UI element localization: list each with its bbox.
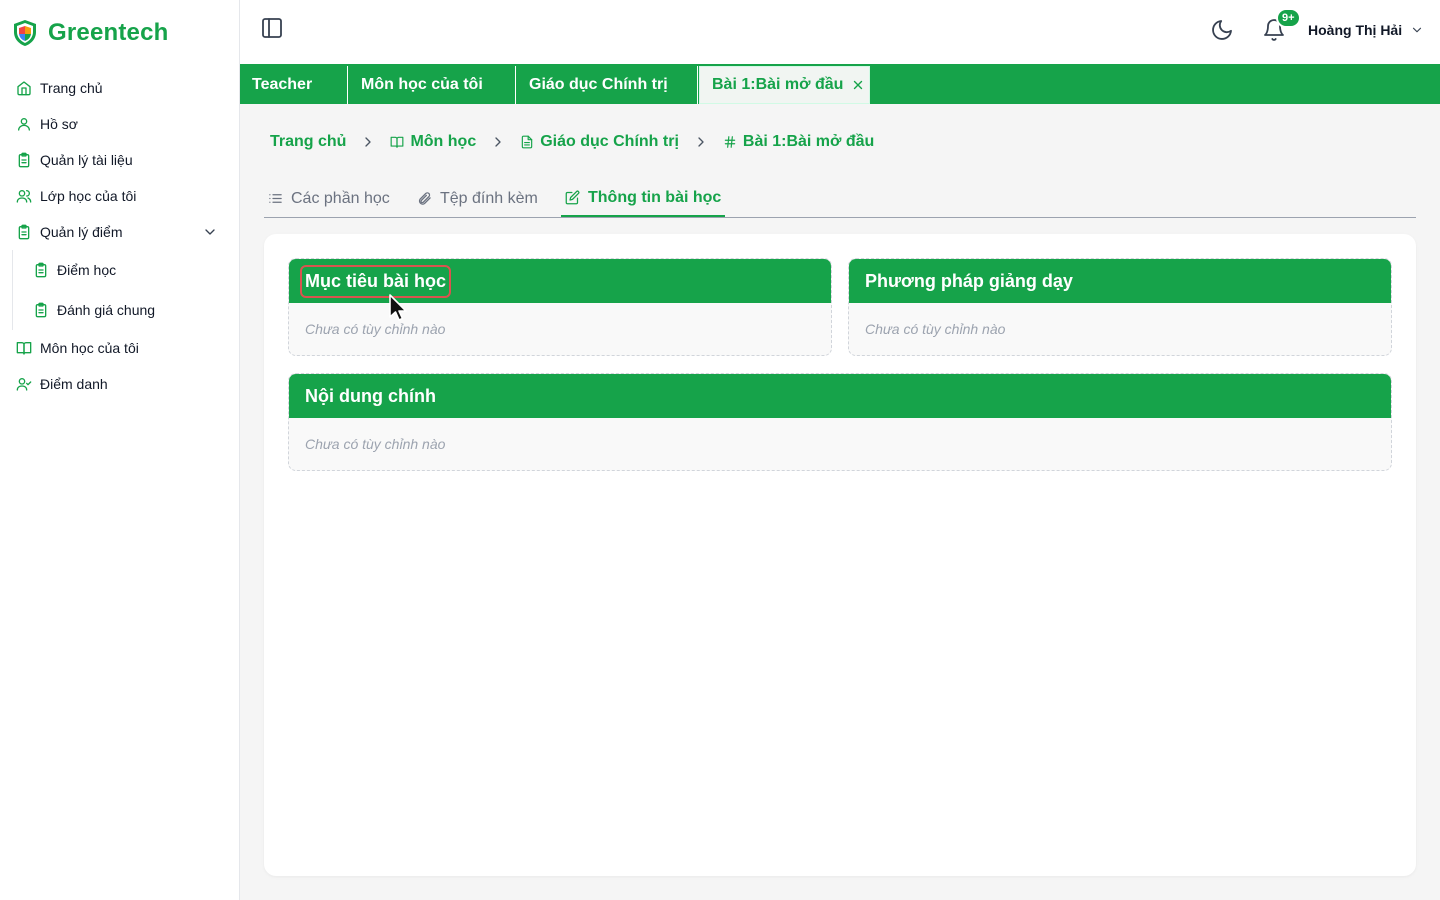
clipboard-icon [16, 152, 32, 168]
sidebar-toggle-icon[interactable] [260, 16, 284, 40]
breadcrumb-lesson: Bài 1:Bài mở đầu [723, 133, 874, 151]
panel-title: Mục tiêu bài học [300, 264, 452, 298]
clipboard-icon [33, 302, 49, 318]
panel-main-content: Nội dung chính Chưa có tùy chỉnh nào [288, 373, 1392, 471]
home-icon [16, 80, 32, 96]
sidebar-item-attendance[interactable]: Điểm danh [0, 366, 240, 402]
panel-empty-text: Chưa có tùy chỉnh nào [865, 321, 1006, 337]
tab-my-subjects[interactable]: Môn học của tôi [349, 66, 516, 104]
sidebar-subitem-grades[interactable]: Điểm học [13, 250, 240, 290]
panel-empty-text: Chưa có tùy chỉnh nào [305, 321, 446, 337]
panel-teaching-methods: Phương pháp giảng dạy Chưa có tùy chỉnh … [848, 258, 1392, 356]
sidebar-item-home[interactable]: Trang chủ [0, 70, 240, 106]
tab-label: Thông tin bài học [588, 188, 722, 206]
breadcrumb-label: Môn học [410, 133, 477, 150]
tab-lesson-1[interactable]: Bài 1:Bài mở đầu [699, 66, 870, 104]
lesson-info-content: Mục tiêu bài học Chưa có tùy chỉnh nào P… [264, 234, 1416, 876]
sidebar-item-label: Quản lý tài liệu [40, 152, 133, 168]
chevron-right-icon [495, 137, 501, 147]
tab-label: Môn học của tôi [361, 76, 483, 93]
sidebar-item-label: Lớp học của tôi [40, 188, 137, 204]
breadcrumb-label: Bài 1:Bài mở đầu [742, 133, 875, 150]
user-menu[interactable]: Hoàng Thị Hải [1308, 20, 1424, 40]
tab-attachments[interactable]: Tệp đính kèm [413, 180, 542, 217]
tab-label: Các phần học [291, 189, 390, 207]
user-icon [16, 116, 32, 132]
users-icon [16, 188, 32, 204]
sidebar-item-profile[interactable]: Hồ sơ [0, 106, 240, 142]
notification-badge: 9+ [1276, 8, 1301, 28]
sidebar-item-label: Trang chủ [40, 80, 103, 96]
brand-name: Greentech [48, 19, 169, 46]
tab-label: Tệp đính kèm [440, 189, 538, 207]
panel-title: Nội dung chính [305, 385, 436, 406]
shield-logo-icon [14, 20, 36, 46]
book-icon [16, 340, 32, 356]
panel-header[interactable]: Nội dung chính [289, 374, 1391, 418]
section-tabs: Các phần học Tệp đính kèm Thông tin bài … [264, 180, 1416, 218]
sidebar-nav: Trang chủ Hồ sơ Quản lý tài liệu Lớp học… [0, 70, 240, 402]
moon-icon[interactable] [1210, 18, 1234, 42]
tab-label: Bài 1:Bài mở đầu [712, 76, 844, 93]
breadcrumb-label: Trang chủ [270, 133, 347, 150]
panel-header[interactable]: Phương pháp giảng dạy [849, 259, 1391, 303]
page-tab-strip: Teacher Môn học của tôi Giáo dục Chính t… [240, 64, 1440, 104]
close-icon[interactable] [851, 78, 865, 92]
panel-title: Phương pháp giảng dạy [865, 270, 1073, 291]
list-icon [269, 194, 282, 203]
sidebar-item-label: Điểm danh [40, 376, 108, 392]
edit-icon [565, 190, 580, 205]
sidebar-item-label: Môn học của tôi [40, 340, 139, 356]
sidebar-item-my-subjects[interactable]: Môn học của tôi [0, 330, 240, 366]
panel-header[interactable]: Mục tiêu bài học [289, 259, 831, 303]
breadcrumb-home[interactable]: Trang chủ [270, 133, 346, 151]
tab-lesson-sections[interactable]: Các phần học [264, 180, 394, 217]
panel-empty-text: Chưa có tùy chỉnh nào [305, 436, 446, 452]
sidebar-item-label: Hồ sơ [40, 116, 78, 132]
clipboard-icon [33, 262, 49, 278]
sidebar-item-documents[interactable]: Quản lý tài liệu [0, 142, 240, 178]
breadcrumb-subjects[interactable]: Môn học [390, 133, 476, 151]
tab-political-education[interactable]: Giáo dục Chính trị [517, 66, 698, 104]
breadcrumb: Trang chủ Môn học Giáo dục Chính trị Bài… [270, 132, 874, 152]
sidebar-item-my-classes[interactable]: Lớp học của tôi [0, 178, 240, 214]
sidebar-item-label: Quản lý điểm [40, 224, 123, 240]
chevron-down-icon[interactable] [202, 224, 218, 240]
sidebar-item-label: Điểm học [57, 262, 117, 278]
tab-teacher[interactable]: Teacher [240, 66, 348, 104]
grade-management-submenu: Điểm học Đánh giá chung [12, 250, 240, 330]
breadcrumb-course[interactable]: Giáo dục Chính trị [520, 133, 679, 151]
book-icon [391, 136, 404, 148]
user-check-icon [16, 376, 32, 392]
top-header: 9+ Hoàng Thị Hải [240, 0, 1440, 64]
chevron-down-icon [1413, 27, 1422, 33]
tab-label: Giáo dục Chính trị [529, 76, 668, 93]
sidebar-item-grade-management[interactable]: Quản lý điểm [0, 214, 240, 250]
chevron-right-icon [365, 137, 372, 147]
tab-lesson-info[interactable]: Thông tin bài học [561, 180, 726, 217]
tab-label: Teacher [252, 76, 313, 93]
paperclip-icon [418, 192, 431, 205]
panel-lesson-objectives: Mục tiêu bài học Chưa có tùy chỉnh nào [288, 258, 832, 356]
user-name: Hoàng Thị Hải [1308, 22, 1403, 38]
hash-icon [724, 136, 736, 148]
brand-logo[interactable]: Greentech [12, 16, 169, 50]
sidebar-item-label: Đánh giá chung [57, 302, 156, 318]
clipboard-icon [16, 224, 32, 240]
chevron-right-icon [698, 137, 704, 147]
mouse-cursor-icon [389, 294, 407, 321]
sidebar-subitem-general-evaluation[interactable]: Đánh giá chung [13, 290, 240, 330]
breadcrumb-label: Giáo dục Chính trị [540, 133, 679, 150]
file-icon [521, 135, 533, 149]
sidebar: Greentech Trang chủ Hồ sơ Quản lý tài li… [0, 0, 240, 900]
